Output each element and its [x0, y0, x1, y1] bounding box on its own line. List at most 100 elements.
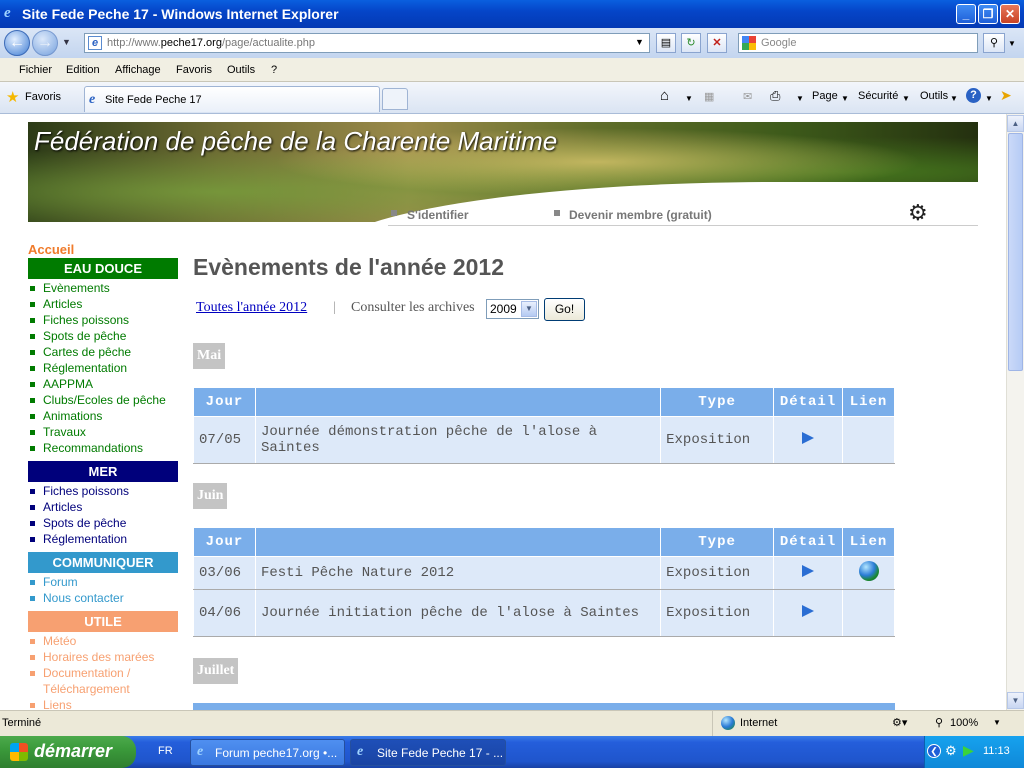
play-icon[interactable] — [802, 431, 815, 444]
page-title: Evènements de l'année 2012 — [193, 254, 505, 280]
window-title-bar[interactable]: e Site Fede Peche 17 - Windows Internet … — [0, 0, 1024, 28]
event-day: 04/06 — [193, 589, 256, 637]
table-row: 03/06 Festi Pêche Nature 2012 Exposition — [193, 556, 895, 590]
login-link[interactable]: S'identifier — [407, 208, 469, 222]
search-input[interactable]: G Google — [738, 33, 978, 53]
ie-icon: e — [197, 744, 204, 759]
sidebar-item-contact[interactable]: Nous contacter — [43, 591, 124, 605]
page-menu[interactable]: Page — [812, 90, 838, 102]
language-indicator[interactable]: FR — [158, 745, 173, 757]
home-link[interactable]: Accueil — [28, 242, 74, 257]
play-icon[interactable] — [802, 604, 815, 617]
header-detail: Détail — [773, 527, 843, 557]
sidebar-item-spots[interactable]: Spots de pêche — [43, 329, 126, 343]
protected-mode-icon[interactable]: ⚙▾ — [892, 716, 907, 729]
header-title — [254, 527, 662, 557]
sidebar-item-meteo[interactable]: Météo — [43, 634, 76, 648]
menu-edition[interactable]: Edition — [66, 64, 100, 76]
address-field[interactable]: e http://www.peche17.org/page/actualite.… — [84, 33, 650, 53]
new-tab-button[interactable] — [382, 88, 408, 110]
sidebar-item-aappma[interactable]: AAPPMA — [43, 377, 93, 391]
year-select[interactable]: 2009 ▼ — [486, 299, 539, 319]
zoom-dropdown-icon[interactable]: ▼ — [993, 718, 1001, 727]
print-icon[interactable]: ⎙ — [770, 88, 780, 104]
compatibility-icon[interactable]: ▤ — [656, 33, 676, 53]
sidebar-item-mer-reglementation[interactable]: Réglementation — [43, 532, 127, 546]
home-icon[interactable]: ⌂ — [660, 87, 669, 104]
sidebar-item-travaux[interactable]: Travaux — [43, 425, 86, 439]
help-dropdown-icon[interactable]: ▼ — [985, 94, 993, 103]
header-type: Type — [660, 387, 775, 417]
header-type: Type — [660, 527, 775, 557]
search-icon[interactable]: ⚲ — [983, 33, 1005, 53]
help-icon[interactable]: ? — [966, 88, 981, 103]
address-dropdown-icon[interactable]: ▼ — [635, 37, 644, 47]
print-dropdown-icon[interactable]: ▼ — [796, 94, 804, 103]
sidebar-item-telechargement[interactable]: Téléchargement — [43, 682, 130, 696]
media-play-icon[interactable]: ▶ — [963, 742, 974, 759]
sidebar-item-mer-articles[interactable]: Articles — [43, 500, 82, 514]
globe-icon[interactable] — [858, 560, 879, 581]
sidebar-item-liens[interactable]: Liens — [43, 698, 72, 710]
vertical-scrollbar[interactable]: ▲ ▼ — [1006, 114, 1024, 710]
zoom-level[interactable]: 100% — [950, 717, 978, 729]
maximize-button[interactable]: ❐ — [978, 4, 998, 24]
year-select-value: 2009 — [490, 302, 517, 316]
menu-fichier[interactable]: Fichier — [19, 64, 52, 76]
research-icon[interactable]: ➤ — [1000, 87, 1012, 104]
forward-button[interactable]: → — [32, 30, 58, 56]
play-icon[interactable] — [802, 564, 815, 577]
refresh-icon[interactable]: ↻ — [681, 33, 701, 53]
back-button[interactable]: ← — [4, 30, 30, 56]
home-dropdown-icon[interactable]: ▼ — [685, 94, 693, 103]
go-button[interactable]: Go! — [544, 298, 585, 321]
feeds-icon[interactable]: ▦ — [704, 90, 714, 103]
taskbar-item-forum[interactable]: e Forum peche17.org •... — [190, 739, 345, 766]
sidebar-item-mer-fiches[interactable]: Fiches poissons — [43, 484, 129, 498]
event-title: Journée initiation pêche de l'alose à Sa… — [254, 589, 662, 637]
all-year-link[interactable]: Toutes l'année 2012 — [196, 300, 307, 316]
scroll-up-icon[interactable]: ▲ — [1007, 115, 1024, 132]
taskbar-item-site[interactable]: e Site Fede Peche 17 - ... — [350, 739, 506, 766]
section-eau-douce: EAU DOUCE — [28, 258, 178, 279]
start-button[interactable]: démarrer — [0, 736, 136, 768]
list-bullet — [30, 414, 35, 419]
sidebar-item-evenements[interactable]: Evènements — [43, 281, 110, 295]
menu-affichage[interactable]: Affichage — [115, 64, 161, 76]
events-table-mai: Jour Type Détail Lien 07/05 Journée démo… — [193, 387, 895, 464]
login-bullet: . — [391, 210, 397, 216]
archives-label: Consulter les archives — [351, 300, 475, 315]
search-options-icon[interactable]: ▼ — [1008, 39, 1016, 48]
sidebar-item-cartes[interactable]: Cartes de pêche — [43, 345, 131, 359]
tray-app-icon[interactable]: ⚙ — [945, 743, 957, 759]
tools-menu[interactable]: Outils — [920, 90, 948, 102]
menu-favoris[interactable]: Favoris — [176, 64, 212, 76]
sidebar-item-recommandations[interactable]: Recommandations — [43, 441, 143, 455]
menu-help[interactable]: ? — [271, 64, 277, 76]
window-title: Site Fede Peche 17 - Windows Internet Ex… — [22, 6, 339, 22]
sidebar-item-articles[interactable]: Articles — [43, 297, 82, 311]
favorites-button[interactable]: Favoris — [25, 91, 61, 103]
sidebar-item-reglementation[interactable]: Réglementation — [43, 361, 127, 375]
stop-icon[interactable]: ✕ — [707, 33, 727, 53]
close-button[interactable]: ✕ — [1000, 4, 1020, 24]
tray-expand-icon[interactable]: ❮ — [927, 744, 941, 758]
sidebar-item-forum[interactable]: Forum — [43, 575, 78, 589]
sidebar-item-animations[interactable]: Animations — [43, 409, 102, 423]
sidebar-item-clubs[interactable]: Clubs/Ecoles de pêche — [43, 393, 166, 407]
history-dropdown-icon[interactable]: ▼ — [62, 37, 71, 47]
sidebar-item-documentation[interactable]: Documentation / — [43, 666, 130, 680]
sidebar-item-mer-spots[interactable]: Spots de pêche — [43, 516, 126, 530]
scroll-down-icon[interactable]: ▼ — [1007, 692, 1024, 709]
sidebar-item-marees[interactable]: Horaires des marées — [43, 650, 154, 664]
minimize-button[interactable]: _ — [956, 4, 976, 24]
browser-tab[interactable]: e Site Fede Peche 17 — [84, 86, 380, 112]
register-link[interactable]: Devenir membre (gratuit) — [569, 208, 712, 222]
mail-icon[interactable]: ✉ — [743, 90, 752, 103]
scroll-thumb[interactable] — [1008, 133, 1023, 371]
system-tray: ❮ ⚙ ▶ 11:13 — [924, 736, 1024, 768]
separator: | — [333, 300, 336, 315]
security-menu[interactable]: Sécurité — [858, 90, 898, 102]
sidebar-item-fiches-poissons[interactable]: Fiches poissons — [43, 313, 129, 327]
menu-outils[interactable]: Outils — [227, 64, 255, 76]
